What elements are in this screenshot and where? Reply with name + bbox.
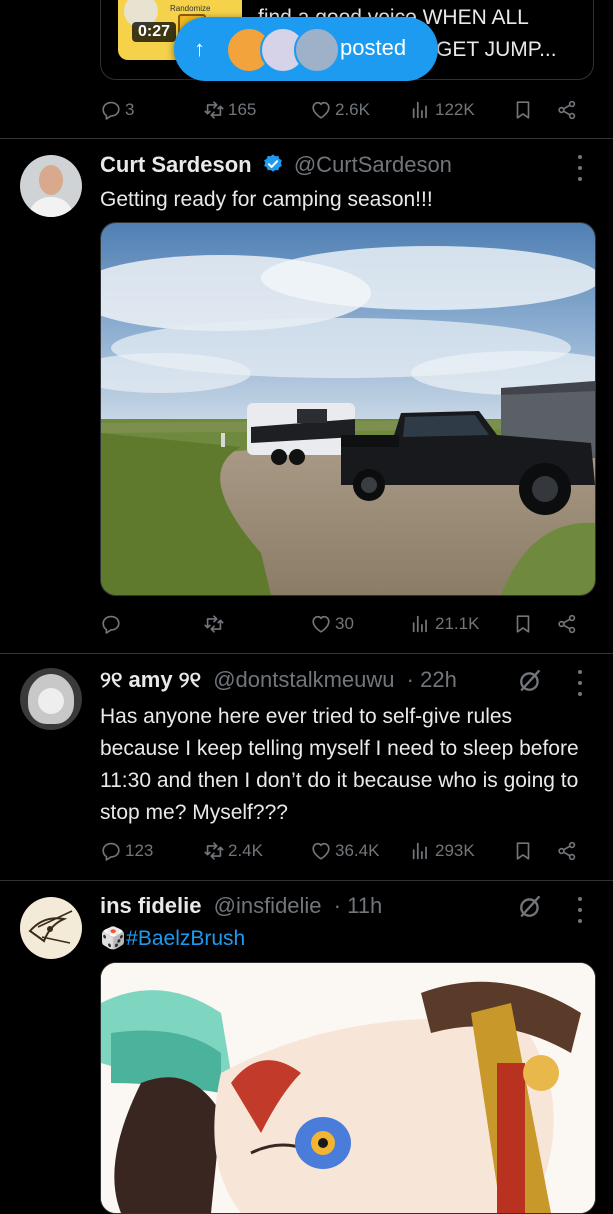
avatar-face bbox=[38, 688, 64, 714]
bookmark-button[interactable] bbox=[512, 97, 534, 123]
like-button[interactable]: 36.4K bbox=[310, 838, 379, 864]
display-name[interactable]: Curt Sardeson bbox=[100, 152, 252, 177]
like-button[interactable]: 2.6K bbox=[310, 97, 370, 123]
views-count: 293K bbox=[435, 841, 475, 860]
share-button[interactable] bbox=[556, 611, 578, 637]
avatar[interactable] bbox=[20, 668, 82, 730]
avatar-body bbox=[28, 197, 74, 217]
repost-button[interactable]: 2.4K bbox=[203, 838, 263, 864]
bookmark-button[interactable] bbox=[512, 611, 534, 637]
reply-button[interactable]: 123 bbox=[100, 838, 153, 864]
arrow-up-icon: ↑ bbox=[194, 36, 205, 61]
reply-icon bbox=[100, 99, 122, 121]
repost-count: 2.4K bbox=[228, 841, 263, 860]
avatar[interactable] bbox=[20, 897, 82, 959]
like-count: 30 bbox=[335, 614, 354, 633]
reply-button[interactable]: 3 bbox=[100, 97, 134, 123]
reply-count: 3 bbox=[125, 100, 135, 119]
avatar-head bbox=[39, 165, 63, 195]
heart-icon bbox=[310, 840, 332, 862]
share-icon bbox=[556, 840, 578, 862]
share-button[interactable] bbox=[556, 838, 578, 864]
like-count: 2.6K bbox=[335, 100, 370, 119]
share-icon bbox=[556, 99, 578, 121]
top-tweet-actions: 3 165 2.6K 122K bbox=[100, 97, 590, 123]
heart-icon bbox=[310, 99, 332, 121]
artwork-illustration bbox=[101, 963, 595, 1213]
photo-camper-truck bbox=[101, 223, 595, 595]
tweet-artwork[interactable] bbox=[100, 962, 596, 1214]
tweet-header: Curt Sardeson @CurtSardeson bbox=[100, 152, 452, 178]
display-name[interactable]: ins fidelie bbox=[100, 893, 201, 918]
tweet-actions: 123 2.4K 36.4K 293K bbox=[100, 838, 590, 864]
bookmark-icon bbox=[512, 613, 534, 635]
verified-badge-icon bbox=[263, 154, 282, 172]
views-button[interactable]: 21.1K bbox=[410, 611, 479, 637]
repost-count: 165 bbox=[228, 100, 257, 119]
grok-icon[interactable] bbox=[516, 667, 544, 695]
hashtag-link[interactable]: #BaelzBrush bbox=[126, 927, 245, 950]
tweet-text: 🎲#BaelzBrush bbox=[100, 924, 580, 953]
tweet-text: Getting ready for camping season!!! bbox=[100, 188, 433, 211]
user-handle[interactable]: @CurtSardeson bbox=[294, 152, 452, 177]
repost-button[interactable] bbox=[203, 611, 228, 637]
tweet-actions: 30 21.1K bbox=[100, 611, 590, 637]
user-handle[interactable]: @dontstalkmeuwu bbox=[213, 667, 394, 692]
avatar-doodle bbox=[28, 910, 73, 944]
tweet-time[interactable]: · 11h bbox=[334, 893, 383, 918]
thumbnail-label: Randomize bbox=[170, 4, 211, 13]
tweet-header: ins fidelie @insfidelie · 11h bbox=[100, 893, 382, 919]
views-count: 122K bbox=[435, 100, 475, 119]
repost-icon bbox=[203, 613, 225, 635]
views-button[interactable]: 293K bbox=[410, 838, 475, 864]
views-icon bbox=[410, 99, 432, 121]
share-icon bbox=[556, 613, 578, 635]
tweet-text: Has anyone here ever tried to self-give … bbox=[100, 705, 579, 824]
avatar[interactable] bbox=[20, 155, 82, 217]
reply-count: 123 bbox=[125, 841, 154, 860]
views-icon bbox=[410, 840, 432, 862]
repost-icon bbox=[203, 99, 225, 121]
video-duration: 0:27 bbox=[132, 22, 177, 42]
pill-avatar-3 bbox=[294, 27, 340, 73]
tweet-photo[interactable] bbox=[100, 222, 596, 596]
like-count: 36.4K bbox=[335, 841, 380, 860]
dice-emoji: 🎲 bbox=[100, 927, 127, 950]
bookmark-button[interactable] bbox=[512, 838, 534, 864]
reply-button[interactable] bbox=[100, 611, 125, 637]
pill-label: posted bbox=[340, 35, 407, 60]
views-count: 21.1K bbox=[435, 614, 480, 633]
tweet-header: ୨୧ amy ୨୧ @dontstalkmeuwu · 22h bbox=[100, 667, 457, 693]
divider bbox=[0, 653, 613, 654]
user-handle[interactable]: @insfidelie bbox=[214, 893, 322, 918]
reply-icon bbox=[100, 840, 122, 862]
views-icon bbox=[410, 613, 432, 635]
bookmark-icon bbox=[512, 840, 534, 862]
bookmark-icon bbox=[512, 99, 534, 121]
views-button[interactable]: 122K bbox=[410, 97, 475, 123]
tweet-time[interactable]: · 22h bbox=[407, 667, 457, 692]
like-button[interactable]: 30 bbox=[310, 611, 354, 637]
more-options-icon[interactable] bbox=[570, 155, 590, 181]
more-options-icon[interactable] bbox=[570, 897, 590, 923]
heart-icon bbox=[310, 613, 332, 635]
grok-icon[interactable] bbox=[516, 893, 544, 921]
display-name[interactable]: ୨୧ amy ୨୧ bbox=[100, 667, 201, 692]
more-options-icon[interactable] bbox=[570, 670, 590, 696]
repost-icon bbox=[203, 840, 225, 862]
reply-icon bbox=[100, 613, 122, 635]
divider bbox=[0, 138, 613, 139]
divider bbox=[0, 880, 613, 881]
repost-button[interactable]: 165 bbox=[203, 97, 256, 123]
share-button[interactable] bbox=[556, 97, 578, 123]
new-posts-pill[interactable]: ↑ posted bbox=[174, 17, 438, 81]
